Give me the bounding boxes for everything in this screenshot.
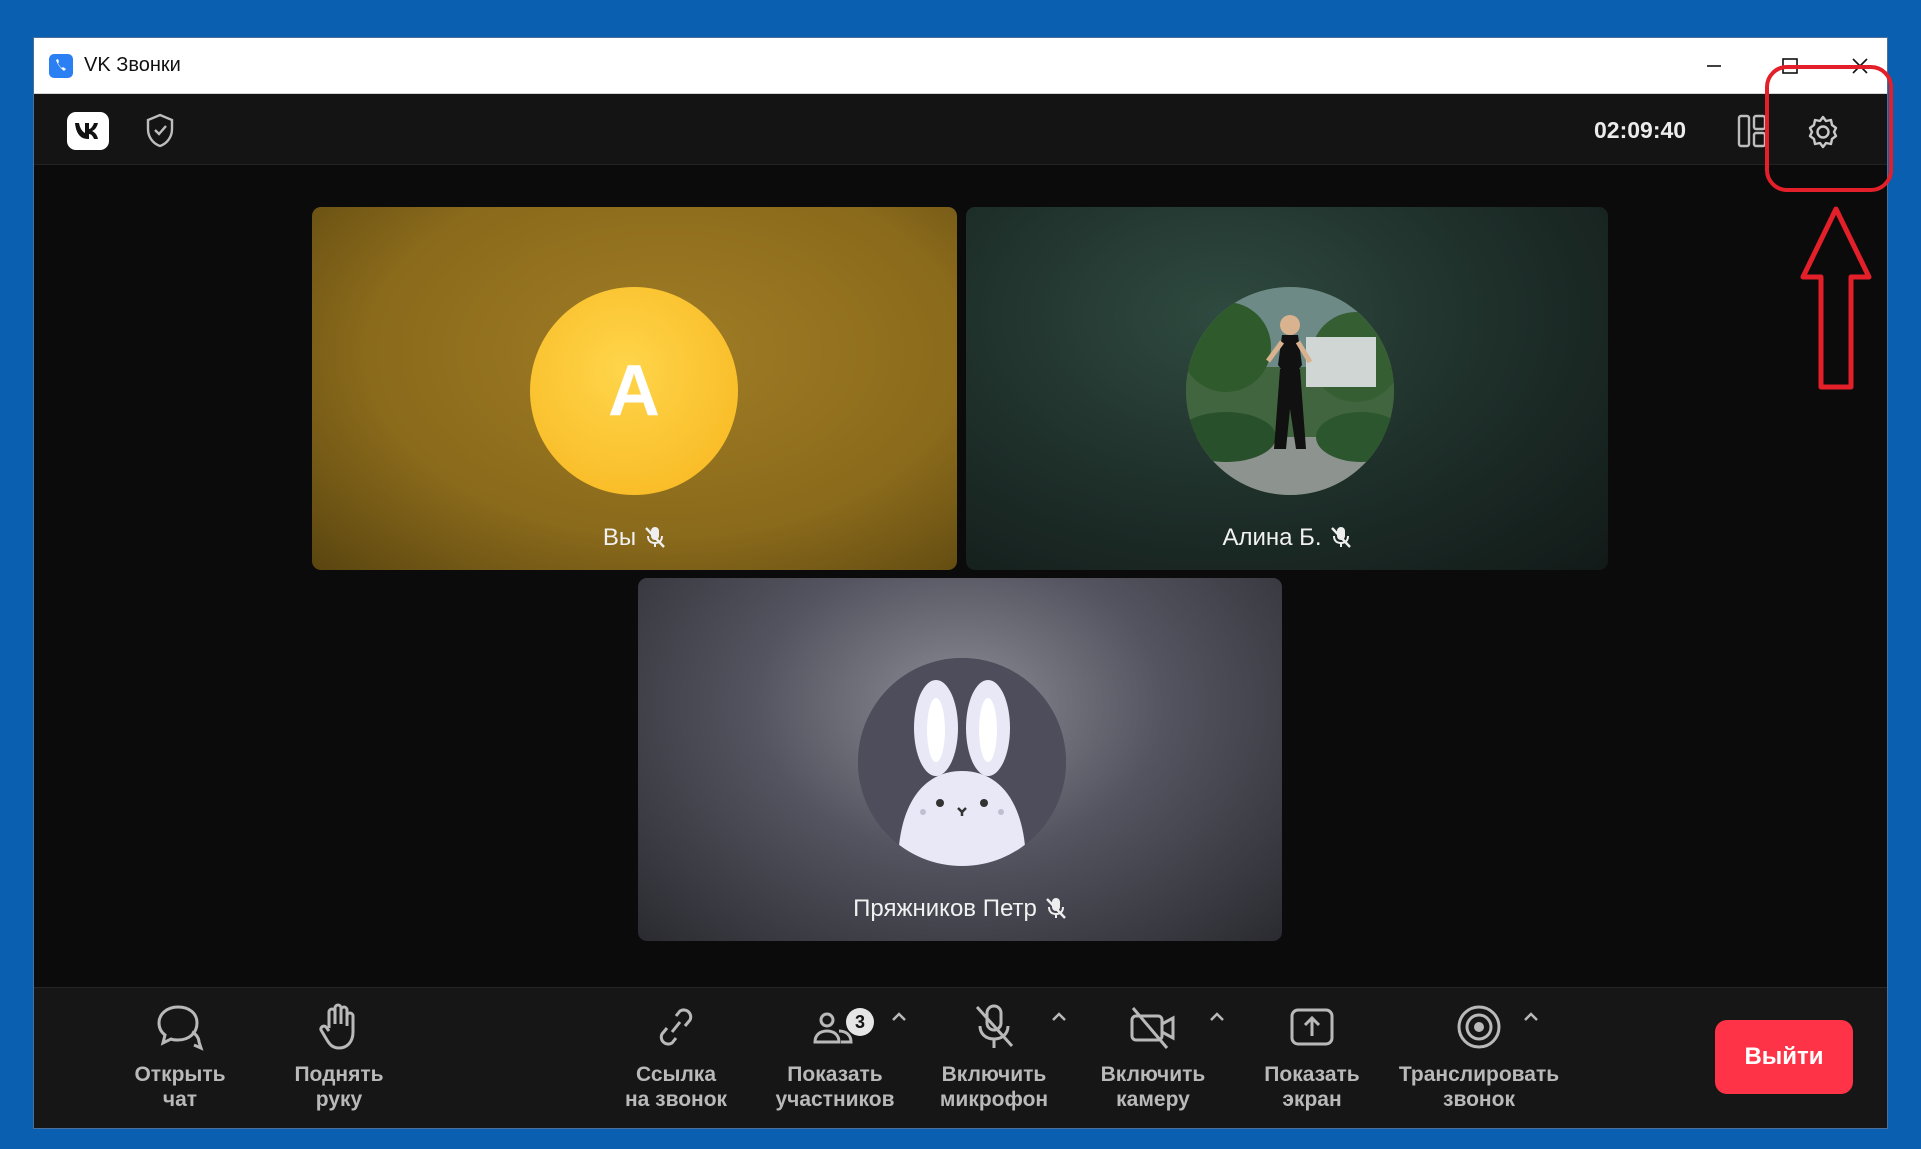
screen-share-icon (1290, 1008, 1334, 1046)
arrow-up-annotation (1800, 206, 1872, 390)
raise-hand-button[interactable]: Поднять руку (264, 1002, 414, 1122)
button-label: Показать участников (760, 1062, 910, 1112)
chat-icon (157, 1005, 204, 1051)
label-line: Открыть (134, 1063, 226, 1086)
share-screen-button[interactable]: Показать экран (1237, 1002, 1387, 1122)
hand-icon (319, 1003, 355, 1050)
shield-check-icon[interactable] (144, 112, 176, 150)
button-label: Включить микрофон (919, 1062, 1069, 1112)
layout-grid-icon[interactable] (1737, 113, 1767, 149)
call-toolbar: Открыть чат Поднять руку Ссылка на звоно… (34, 987, 1887, 1128)
avatar: A (530, 287, 738, 495)
button-label: Показать экран (1237, 1062, 1387, 1112)
leave-call-button[interactable]: Выйти (1715, 1020, 1853, 1094)
label-line: Ссылка (635, 1063, 717, 1086)
participant-tile-alina[interactable]: Алина Б. (966, 207, 1608, 570)
participant-name: Вы (602, 524, 637, 551)
button-label: Ссылка на звонок (601, 1062, 751, 1112)
label-line: чат (162, 1088, 198, 1111)
label-line: камеру (1116, 1088, 1190, 1111)
label-line: участников (775, 1088, 895, 1111)
button-label: Поднять руку (264, 1062, 414, 1112)
broadcast-icon (1457, 1005, 1501, 1049)
mic-off-icon (975, 1004, 1014, 1048)
label-line: Транслировать (1398, 1063, 1560, 1086)
label-line: Включить (1100, 1063, 1206, 1086)
participant-name-label: Алина Б. (966, 524, 1608, 552)
label-line: экран (1282, 1088, 1342, 1111)
call-timer: 02:09:40 (1594, 117, 1687, 143)
show-participants-button[interactable]: 3 Показать участников (760, 1002, 910, 1122)
enable-camera-button[interactable]: Включить камеру (1078, 1002, 1228, 1122)
avatar (1186, 287, 1394, 495)
participant-name-label: Вы (312, 524, 957, 552)
participant-tile-you[interactable]: A Вы (312, 207, 957, 570)
minimize-button[interactable] (1694, 46, 1734, 86)
label-line: на звонок (624, 1088, 728, 1111)
call-header: 02:09:40 (34, 94, 1887, 165)
mic-muted-icon (1045, 898, 1066, 919)
label-line: микрофон (939, 1088, 1049, 1111)
open-chat-button[interactable]: Открыть чат (105, 1002, 255, 1122)
label-line: Показать (787, 1063, 883, 1086)
vk-logo-icon (67, 112, 109, 150)
window-title: VK Звонки (84, 54, 181, 76)
button-label: Транслировать звонок (1395, 1062, 1563, 1112)
label-line: звонок (1443, 1088, 1515, 1111)
label-line: руку (315, 1088, 363, 1111)
participant-name: Алина Б. (1222, 524, 1322, 551)
camera-off-icon (1130, 1007, 1175, 1049)
app-icon (49, 54, 73, 78)
title-bar: VK Звонки (34, 38, 1887, 94)
chevron-up-icon[interactable] (890, 1010, 908, 1022)
link-icon (659, 1008, 693, 1046)
call-link-button[interactable]: Ссылка на звонок (601, 1002, 751, 1122)
label-line: Включить (941, 1063, 1047, 1086)
chevron-up-icon[interactable] (1208, 1010, 1226, 1022)
enable-microphone-button[interactable]: Включить микрофон (919, 1002, 1069, 1122)
participant-tile-petr[interactable]: Пряжников Петр (638, 578, 1282, 941)
participants-count-badge: 3 (846, 1008, 874, 1036)
button-label: Включить камеру (1078, 1062, 1228, 1112)
label-line: Поднять (294, 1063, 384, 1086)
chevron-up-icon[interactable] (1050, 1010, 1068, 1022)
highlight-box (1765, 65, 1893, 192)
participant-name-label: Пряжников Петр (638, 895, 1282, 923)
avatar (858, 658, 1066, 866)
button-label: Открыть чат (105, 1062, 255, 1112)
mic-muted-icon (1330, 527, 1351, 548)
participant-name: Пряжников Петр (853, 895, 1037, 922)
label-line: Показать (1264, 1063, 1360, 1086)
chevron-up-icon[interactable] (1522, 1010, 1540, 1022)
mic-muted-icon (645, 527, 665, 548)
app-window: VK Звонки 02:09:40 A Вы Алина Б. Пряжник… (33, 37, 1888, 1129)
